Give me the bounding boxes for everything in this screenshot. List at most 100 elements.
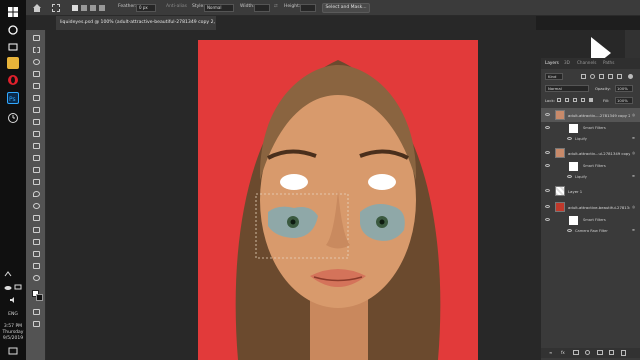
subtract-selection-icon[interactable]	[90, 5, 96, 11]
lock-artboard-icon[interactable]	[581, 98, 585, 102]
blur-tool-icon[interactable]	[31, 190, 41, 199]
language-indicator[interactable]: ENG	[0, 312, 26, 318]
type-tool-icon[interactable]	[31, 226, 41, 235]
blend-mode-select[interactable]: Normal	[545, 85, 589, 92]
screen-mode-icon[interactable]	[31, 320, 41, 329]
file-explorer-icon[interactable]	[7, 57, 19, 69]
eyedropper-tool-icon[interactable]	[31, 106, 41, 115]
select-and-mask-button[interactable]: Select and Mask...	[322, 3, 370, 13]
frame-tool-icon[interactable]	[31, 94, 41, 103]
history-brush-tool-icon[interactable]	[31, 154, 41, 163]
type-filter-icon[interactable]	[599, 74, 604, 79]
path-selection-tool-icon[interactable]	[31, 238, 41, 247]
filter-row-liquify[interactable]: Liquify ≡	[541, 172, 640, 182]
visibility-eye-icon[interactable]	[567, 137, 572, 140]
filter-blending-icon[interactable]: ≡	[632, 136, 635, 140]
layer-row-base[interactable]: adult-attractive-beautiful-2781349 ◎	[541, 200, 640, 214]
pen-tool-icon[interactable]	[31, 214, 41, 223]
quick-mask-icon[interactable]	[31, 308, 41, 317]
chevron-up-icon[interactable]	[4, 270, 12, 278]
layer-style-icon[interactable]: fx	[561, 350, 565, 355]
document-tab[interactable]: liquideyes.psd @ 100% (adult-attractive-…	[56, 16, 216, 30]
dodge-tool-icon[interactable]	[31, 202, 41, 211]
tab-3d[interactable]: 3D	[564, 60, 570, 65]
layer-name[interactable]: adult-attractiv...-2781349 copy 2	[568, 113, 630, 118]
smart-filters-row[interactable]: Smart Filters	[541, 214, 640, 226]
layer-options-icon[interactable]: ◎	[632, 151, 635, 155]
antialias-checkbox-label[interactable]: Anti-alias	[166, 4, 187, 9]
layer-name[interactable]: adult-attractiv...ul-2781349 copy	[568, 151, 630, 156]
lock-all-icon[interactable]	[589, 98, 593, 102]
rectangle-tool-icon[interactable]	[31, 250, 41, 259]
width-input[interactable]	[254, 4, 270, 12]
layer-row-copy[interactable]: adult-attractiv...ul-2781349 copy ◎	[541, 146, 640, 160]
new-layer-icon[interactable]	[609, 350, 614, 355]
visibility-eye-icon[interactable]	[567, 229, 572, 232]
lock-position-icon[interactable]	[573, 98, 577, 102]
network-icon[interactable]	[14, 283, 22, 291]
marquee-tool-icon[interactable]	[31, 46, 41, 55]
visibility-eye-icon[interactable]	[545, 164, 550, 167]
add-selection-icon[interactable]	[81, 5, 87, 11]
crop-tool-icon[interactable]	[31, 82, 41, 91]
tab-channels[interactable]: Channels	[577, 60, 596, 65]
layer-row-copy-2[interactable]: adult-attractiv...-2781349 copy 2 ◎	[541, 108, 640, 122]
pixel-filter-icon[interactable]	[581, 74, 586, 79]
smart-filters-row[interactable]: Smart Filters	[541, 160, 640, 172]
notification-icon[interactable]	[8, 346, 18, 356]
document-image[interactable]	[198, 40, 478, 360]
tab-layers[interactable]: Layers	[545, 60, 559, 65]
new-selection-icon[interactable]	[72, 5, 78, 11]
windows-start-icon[interactable]	[7, 6, 19, 18]
visibility-eye-icon[interactable]	[545, 205, 550, 208]
layer-options-icon[interactable]: ◎	[632, 113, 635, 117]
height-input[interactable]	[300, 4, 316, 12]
adjustment-layer-icon[interactable]	[585, 350, 590, 355]
layer-name[interactable]: Layer 1	[568, 189, 582, 194]
gradient-tool-icon[interactable]	[31, 178, 41, 187]
layer-row-layer-1[interactable]: Layer 1	[541, 184, 640, 198]
filter-toggle-icon[interactable]	[628, 74, 633, 79]
opera-icon[interactable]	[7, 74, 19, 86]
eraser-tool-icon[interactable]	[31, 166, 41, 175]
background-color-swatch[interactable]	[36, 294, 43, 301]
feather-input[interactable]: 0 px	[136, 4, 156, 12]
clone-stamp-tool-icon[interactable]	[31, 142, 41, 151]
search-icon[interactable]	[7, 24, 19, 36]
tab-paths[interactable]: Paths	[603, 60, 614, 65]
lock-transparency-icon[interactable]	[557, 98, 561, 102]
filter-blending-icon[interactable]: ≡	[632, 174, 635, 178]
layer-options-icon[interactable]: ◎	[632, 205, 635, 209]
lasso-tool-icon[interactable]	[31, 58, 41, 67]
smart-object-filter-icon[interactable]	[617, 74, 622, 79]
delete-layer-icon[interactable]	[621, 350, 626, 356]
task-view-icon[interactable]	[7, 41, 19, 53]
zoom-tool-icon[interactable]	[31, 274, 41, 283]
opacity-input[interactable]: 100%	[615, 85, 633, 92]
layer-name[interactable]: adult-attractive-beautiful-2781349	[568, 205, 630, 210]
lock-pixels-icon[interactable]	[565, 98, 569, 102]
visibility-eye-icon[interactable]	[567, 175, 572, 178]
healing-brush-tool-icon[interactable]	[31, 118, 41, 127]
home-icon[interactable]	[32, 3, 42, 13]
swap-icon[interactable]: ⇄	[274, 4, 278, 9]
cloud-icon[interactable]	[4, 283, 12, 291]
visibility-eye-icon[interactable]	[545, 113, 550, 116]
quick-select-tool-icon[interactable]	[31, 70, 41, 79]
filter-row-liquify[interactable]: Liquify ≡	[541, 134, 640, 144]
group-icon[interactable]	[597, 350, 603, 355]
volume-icon[interactable]	[9, 296, 17, 304]
visibility-eye-icon[interactable]	[545, 189, 550, 192]
move-tool-icon[interactable]	[31, 34, 41, 43]
photoshop-icon[interactable]: Ps	[7, 92, 19, 104]
marquee-tool-icon[interactable]	[52, 4, 60, 12]
filter-blending-icon[interactable]: ≡	[632, 228, 635, 232]
visibility-eye-icon[interactable]	[545, 151, 550, 154]
link-layers-icon[interactable]: ∞	[549, 350, 552, 355]
clock-app-icon[interactable]	[7, 112, 19, 124]
brush-tool-icon[interactable]	[31, 130, 41, 139]
style-select[interactable]: Normal	[204, 4, 234, 12]
hand-tool-icon[interactable]	[31, 262, 41, 271]
shape-filter-icon[interactable]	[608, 74, 613, 79]
smart-filters-row[interactable]: Smart Filters	[541, 122, 640, 134]
